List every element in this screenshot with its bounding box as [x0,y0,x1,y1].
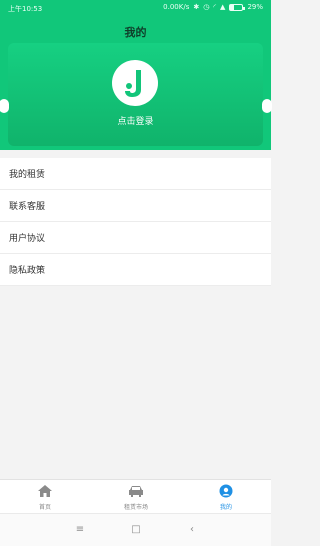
menu-item-contact-support[interactable]: 联系客服 [0,190,271,222]
left-tab-handle [0,99,9,113]
alarm-icon: ◷ [203,3,210,11]
signal-icon: ▲ [220,3,226,11]
status-icons: 0.00K/s ✱ ◷ ◜ ▲ 29% [163,3,263,11]
menu-list: 我的租赁 联系客服 用户协议 隐私政策 [0,158,271,286]
car-icon [129,486,143,497]
network-speed: 0.00K/s [163,3,190,11]
bluetooth-icon: ✱ [193,3,200,11]
battery-percent: 29% [247,3,263,11]
status-bar: 上午10:53 0.00K/s ✱ ◷ ◜ ▲ 29% [0,0,271,18]
login-link[interactable]: 点击登录 [0,114,271,127]
menu-item-privacy-policy[interactable]: 隐私政策 [0,254,271,286]
system-navigation-bar: ≡ □ ‹ [0,513,271,546]
tab-profile[interactable]: 我的 [196,484,256,511]
battery-icon [229,3,246,11]
logo-icon [125,70,141,97]
tab-rental-market[interactable]: 租赁市场 [106,484,166,511]
menu-icon[interactable]: ≡ [72,524,88,538]
wifi-icon: ◜ [213,3,217,11]
tab-home[interactable]: 首页 [15,484,75,511]
tab-profile-label: 我的 [219,504,232,511]
status-time: 上午10:53 [8,5,43,13]
header-background: 上午10:53 0.00K/s ✱ ◷ ◜ ▲ 29% 我的 点击登录 [0,0,272,150]
back-icon[interactable]: ‹ [184,524,200,538]
menu-item-my-rentals[interactable]: 我的租赁 [0,158,271,190]
home-icon [38,485,52,497]
home-square-icon[interactable]: □ [128,524,144,538]
bottom-tab-bar: 首页 租赁市场 我的 [0,479,271,513]
page-title: 我的 [124,26,147,39]
tab-rental-market-label: 租赁市场 [123,504,148,511]
menu-item-user-agreement[interactable]: 用户协议 [0,222,271,254]
tab-home-label: 首页 [38,504,51,511]
profile-icon [219,484,233,498]
right-tab-handle [262,99,272,113]
avatar[interactable] [112,60,158,106]
